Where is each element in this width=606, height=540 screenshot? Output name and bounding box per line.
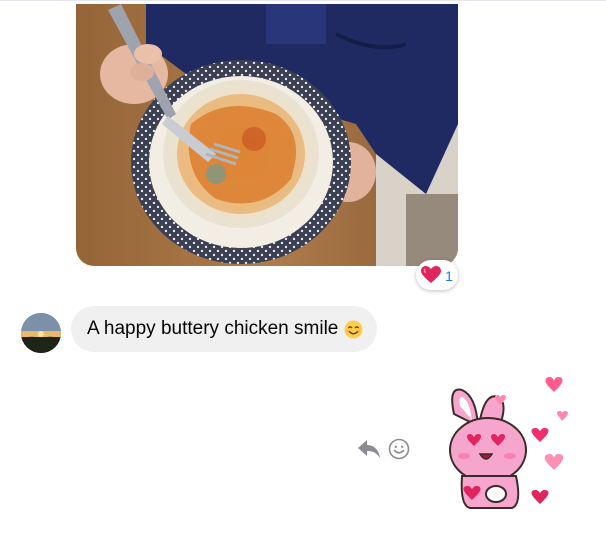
top-divider [0, 0, 606, 1]
smiley-face-icon[interactable] [388, 438, 410, 460]
red-heart-icon [421, 266, 442, 283]
sunset-avatar-image [21, 313, 61, 353]
message-reaction[interactable]: 1 [416, 260, 458, 290]
pink-bunny-heart-eyes-sticker[interactable] [440, 376, 576, 512]
reply-arrow-icon[interactable] [357, 438, 381, 460]
message-text: A happy buttery chicken smile [87, 318, 339, 339]
avatar[interactable] [21, 313, 61, 353]
reaction-count: 1 [445, 267, 453, 284]
bunny-sticker-art [449, 377, 568, 509]
message-bubble[interactable]: A happy buttery chicken smile [71, 306, 378, 352]
smiling-face-emoji-icon [344, 319, 363, 339]
shared-photo[interactable] [76, 4, 458, 266]
food-bowl-photo [76, 4, 458, 266]
